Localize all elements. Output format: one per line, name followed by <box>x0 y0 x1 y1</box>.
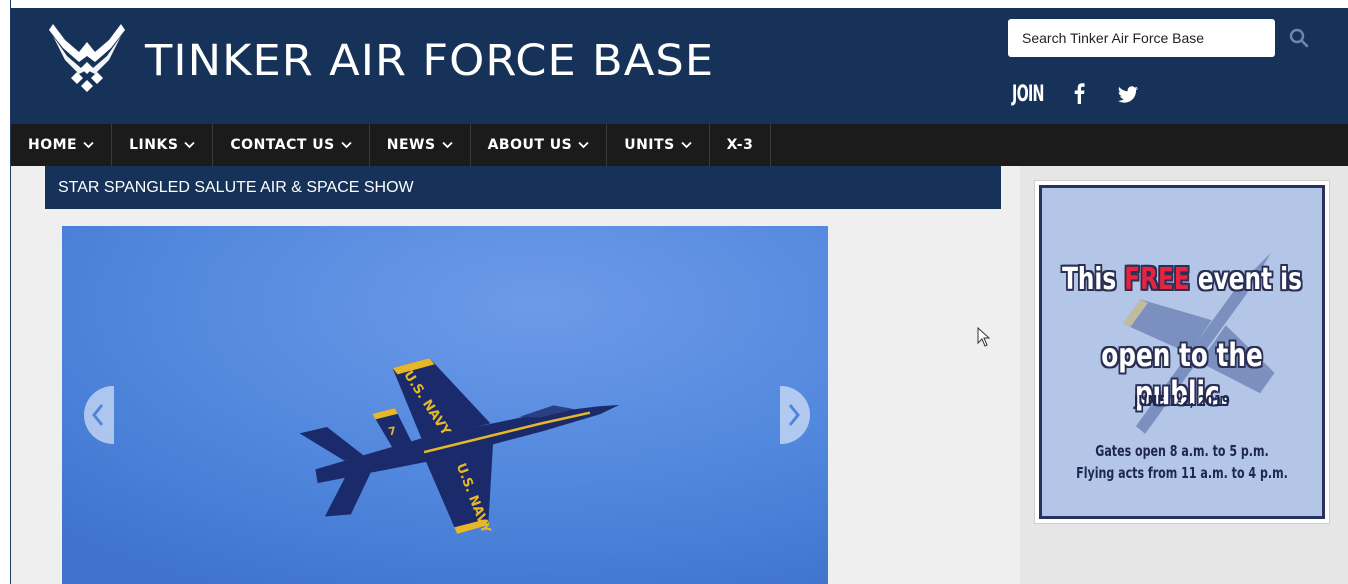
twitter-icon[interactable] <box>1117 86 1139 104</box>
main-nav: HOME LINKS CONTACT US NEWS ABOUT US UNIT… <box>11 124 1348 166</box>
nav-item-label: X-3 <box>726 137 754 153</box>
ad-headline-part: This <box>1062 262 1125 297</box>
nav-item-links[interactable]: LINKS <box>112 124 214 166</box>
ad-gates-hours: Gates open 8 a.m. to 5 p.m. <box>1095 442 1269 460</box>
airshow-ad[interactable]: This FREE event is open to the public. J… <box>1034 180 1330 524</box>
chevron-down-icon <box>341 141 352 149</box>
mouse-cursor-icon <box>977 327 991 347</box>
ad-headline-line1: This FREE event is <box>1062 262 1303 297</box>
nav-item-x3[interactable]: X-3 <box>710 124 772 166</box>
ad-flying-hours: Flying acts from 11 a.m. to 4 p.m. <box>1076 464 1288 482</box>
nav-item-label: UNITS <box>624 137 675 153</box>
chevron-right-icon <box>788 404 800 426</box>
nav-item-label: CONTACT US <box>230 137 335 153</box>
nav-item-label: ABOUT US <box>487 137 573 153</box>
join-link[interactable]: JOIN <box>1012 82 1044 107</box>
chevron-left-icon <box>92 404 104 426</box>
nav-item-units[interactable]: UNITS <box>607 124 710 166</box>
chevron-down-icon <box>83 141 94 149</box>
search-input[interactable] <box>1008 19 1275 57</box>
chevron-down-icon <box>681 141 692 149</box>
nav-item-label: HOME <box>28 137 78 153</box>
nav-item-label: LINKS <box>129 137 179 153</box>
search-icon[interactable] <box>1289 28 1309 48</box>
page-title-text: STAR SPANGLED SALUTE AIR & SPACE SHOW <box>58 178 414 196</box>
nav-item-home[interactable]: HOME <box>11 124 113 166</box>
nav-item-about-us[interactable]: ABOUT US <box>471 124 608 166</box>
page-title: STAR SPANGLED SALUTE AIR & SPACE SHOW <box>45 166 1001 209</box>
ad-headline-part: event is <box>1189 262 1302 297</box>
ad-date: JUNE 1-2, 2019 <box>1133 392 1230 410</box>
image-slider[interactable]: 7 U.S. NAVY U.S. NAVY <box>62 226 828 584</box>
chevron-down-icon <box>578 141 589 149</box>
chevron-down-icon <box>441 141 453 149</box>
airshow-ad-frame: This FREE event is open to the public. J… <box>1039 185 1325 519</box>
nav-item-news[interactable]: NEWS <box>370 124 471 166</box>
nav-item-contact-us[interactable]: CONTACT US <box>213 124 370 166</box>
site-title[interactable]: TINKER AIR FORCE BASE <box>145 36 714 86</box>
ad-free-text: FREE <box>1124 262 1190 297</box>
nav-item-label: NEWS <box>386 137 436 153</box>
site-header: TINKER AIR FORCE BASE JOIN <box>11 8 1348 124</box>
slide-image-blue-angels-jet: 7 U.S. NAVY U.S. NAVY <box>62 226 828 584</box>
page-margin <box>0 0 10 584</box>
usaf-wings-logo-icon[interactable] <box>47 22 127 98</box>
chevron-down-icon <box>184 141 196 149</box>
facebook-icon[interactable] <box>1072 82 1086 104</box>
